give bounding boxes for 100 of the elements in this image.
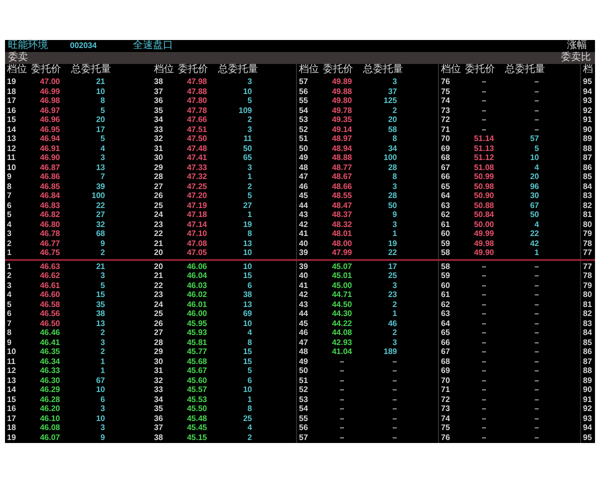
volume-cell-text: – — [392, 394, 397, 404]
level-cell-text: 74 — [440, 96, 451, 106]
volume-cell-text: 57 — [529, 134, 539, 144]
volume-cell-text: 4 — [534, 220, 539, 229]
level-cell-text: 49 — [298, 153, 309, 162]
price-cell-text: – — [480, 96, 488, 106]
level-cell-text: 77 — [582, 248, 593, 258]
level-cell-text: 87 — [582, 153, 593, 162]
level-cell-text: 41 — [298, 229, 309, 238]
volume-cell-text: – — [534, 309, 539, 318]
volume-cell-text: – — [534, 280, 539, 290]
volume-cell-text: 5 — [534, 144, 539, 153]
volume-cell-text: 9 — [100, 432, 105, 442]
price-cell-text: – — [480, 385, 488, 394]
level-cell-text: 29 — [153, 347, 164, 356]
volume-cell-text: 9 — [392, 210, 397, 220]
price-cell-text: 46.20 — [38, 404, 62, 414]
level-cell-text: 20 — [153, 248, 164, 258]
volume-cell-text: 2 — [392, 300, 397, 309]
price-cell-text: 45.60 — [186, 376, 208, 385]
volume-cell-text: 8 — [392, 134, 397, 144]
level-cell-text: 7 — [6, 191, 12, 200]
volume-cell-text: 6 — [246, 280, 252, 290]
level-cell-text: 52 — [298, 385, 309, 394]
level-cell-text: 24 — [153, 210, 164, 220]
volume-cell-text: 2 — [246, 115, 252, 124]
volume-cell-text: 125 — [382, 96, 397, 106]
price-cell-text: 46.82 — [38, 210, 62, 220]
level-cell-text: 21 — [153, 238, 164, 248]
price-cell-text: 47.78 — [186, 106, 208, 115]
level-cell-text: 90 — [582, 385, 593, 394]
level-cell-text: 79 — [582, 280, 593, 290]
level-cell-text: 75 — [440, 86, 451, 96]
price-cell-text: 46.61 — [38, 280, 62, 290]
price-cell-text: 46.63 — [38, 262, 62, 271]
price-cell-text: 46.87 — [38, 162, 62, 172]
level-cell-text: 43 — [298, 300, 309, 309]
level-cell-text: 61 — [440, 220, 451, 229]
volume-cell-text: – — [534, 366, 539, 376]
price-cell-text: 45.15 — [186, 432, 208, 442]
level-cell-text: 88 — [582, 144, 593, 153]
level-cell-text: 31 — [153, 366, 164, 376]
price-cell-text: 51.13 — [472, 144, 496, 153]
level-cell-text: 45 — [298, 191, 309, 200]
volume-cell-text: 10 — [242, 385, 252, 394]
price-cell-text: 46.80 — [38, 220, 62, 229]
level-cell-text: 71 — [440, 385, 451, 394]
level-cell-text: 82 — [582, 200, 593, 210]
section-label: 委卖比 — [561, 52, 591, 64]
price-cell-text: – — [480, 77, 488, 86]
level-cell-text: 16 — [6, 404, 17, 414]
price-cell-text: – — [338, 385, 346, 394]
volume-cell-text: 28 — [387, 191, 397, 200]
level-cell-text: 38 — [153, 432, 164, 442]
volume-cell-text: 10 — [95, 385, 105, 394]
level-cell-text: 26 — [153, 318, 164, 328]
level-cell-text: 14 — [6, 124, 17, 134]
volume-cell-text: – — [534, 86, 539, 96]
volume-cell-text: 1 — [246, 394, 252, 404]
volume-cell-text: 100 — [90, 191, 105, 200]
level-cell-text: 27 — [153, 328, 164, 338]
price-cell-text: 45.57 — [186, 385, 208, 394]
level-cell-text: 22 — [153, 229, 164, 238]
volume-cell-text: 189 — [382, 347, 397, 356]
price-cell-text: 42.93 — [330, 338, 354, 347]
price-cell-text: 48.77 — [330, 162, 354, 172]
level-cell-text: 51 — [298, 376, 309, 385]
volume-cell-text: 8 — [246, 338, 252, 347]
price-cell-text: 47.33 — [186, 162, 208, 172]
price-cell-text: 46.99 — [38, 86, 62, 96]
volume-cell-text: 35 — [95, 300, 105, 309]
level-cell-text: 14 — [6, 385, 17, 394]
level-cell-text: 72 — [440, 115, 451, 124]
volume-cell-text: 50 — [529, 210, 539, 220]
price-cell-text: 48.97 — [330, 134, 354, 144]
volume-cell-text: 5 — [246, 96, 252, 106]
volume-cell-text: 2 — [100, 248, 105, 258]
price-cell-text: – — [338, 423, 346, 432]
volume-cell-text: 15 — [242, 271, 252, 280]
level-cell-text: 69 — [440, 366, 451, 376]
price-cell-text: 46.58 — [38, 300, 62, 309]
volume-cell-text: 2 — [392, 328, 397, 338]
price-cell-text: 45.48 — [186, 414, 208, 423]
level-cell-text: 89 — [582, 134, 593, 144]
level-cell-text: 81 — [582, 300, 593, 309]
level-cell-text: 10 — [6, 162, 17, 172]
price-cell-text: – — [338, 414, 346, 423]
volume-cell-text: 50 — [387, 200, 397, 210]
price-cell-text: 46.78 — [38, 229, 62, 238]
level-cell-text: 94 — [582, 423, 593, 432]
price-cell-text: 46.03 — [186, 280, 208, 290]
level-cell-text: 68 — [440, 356, 451, 366]
price-cell-text: 48.32 — [330, 220, 354, 229]
level-cell-text: 16 — [6, 106, 17, 115]
volume-cell-text: 68 — [95, 229, 105, 238]
price-cell-text: – — [480, 115, 488, 124]
price-cell-text: 46.94 — [38, 134, 62, 144]
price-cell-text: 49.99 — [472, 229, 496, 238]
price-cell-text: 46.04 — [186, 271, 208, 280]
volume-cell-text: 1 — [246, 172, 252, 182]
